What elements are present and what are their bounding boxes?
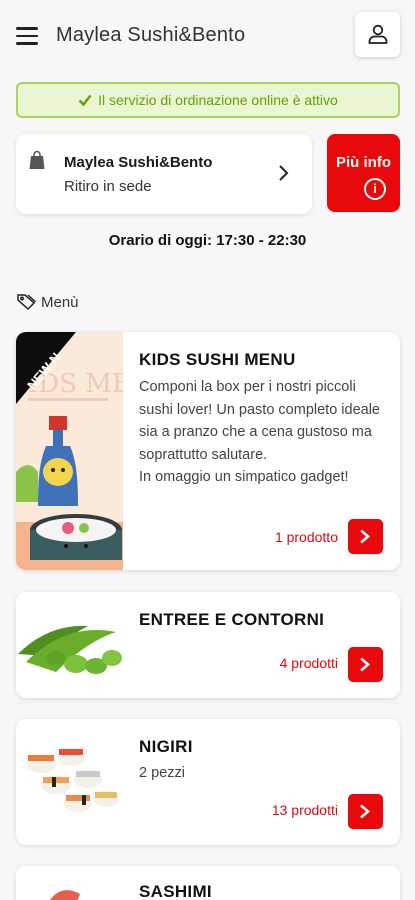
service-status-text: Il servizio di ordinazione online è atti… (98, 92, 338, 108)
category-card-nigiri[interactable]: NIGIRI 2 pezzi 13 prodotti (16, 719, 400, 845)
category-title: KIDS SUSHI MENU (139, 350, 296, 369)
nigiri-image (26, 748, 119, 812)
chevron-right-icon (360, 529, 370, 544)
sashimi-image (50, 890, 80, 900)
category-product-count: 4 prodotti (279, 655, 338, 671)
chevron-right-icon (360, 804, 370, 819)
user-icon (368, 24, 388, 44)
menu-label-text: Menù (41, 294, 79, 311)
category-product-count: 1 prodotto (274, 529, 338, 545)
more-info-button[interactable]: Più info i (327, 134, 400, 212)
profile-button[interactable] (355, 12, 400, 57)
info-icon: i (364, 178, 386, 200)
shopping-bag-icon (29, 150, 45, 169)
edamame-image (18, 625, 122, 674)
pickup-mode: Ritiro in sede (64, 178, 152, 195)
hamburger-menu-icon[interactable] (16, 27, 38, 45)
tag-icon (17, 294, 37, 311)
store-selector-card[interactable]: Maylea Sushi&Bento Ritiro in sede (16, 134, 312, 214)
open-category-button[interactable] (348, 519, 383, 554)
more-info-label: Più info (336, 154, 391, 171)
category-title: SASHIMI (139, 882, 212, 900)
kids-menu-image: IDS MEN NEW N (16, 332, 123, 570)
category-card-entree[interactable]: ENTREE E CONTORNI 4 prodotti (16, 592, 400, 698)
service-status-banner: Il servizio di ordinazione online è atti… (16, 82, 400, 118)
open-category-button[interactable] (348, 794, 383, 829)
category-description: Componi la box per i nostri piccoli sush… (139, 379, 380, 485)
chevron-right-icon (279, 165, 289, 181)
open-category-button[interactable] (348, 647, 383, 682)
opening-hours: Orario di oggi: 17:30 - 22:30 (108, 232, 307, 249)
category-product-count: 13 prodotti (271, 802, 338, 818)
category-card-sashimi[interactable]: SASHIMI (16, 866, 400, 900)
app-title: Maylea Sushi&Bento (56, 24, 246, 46)
category-title: NIGIRI (139, 737, 193, 756)
category-title: ENTREE E CONTORNI (139, 610, 325, 629)
chevron-right-icon (360, 657, 370, 672)
menu-section-label: Menù (17, 293, 79, 311)
category-card-kids[interactable]: IDS MEN NEW N KIDS SUSHI MENU Componi la… (16, 332, 400, 570)
check-icon (78, 94, 92, 107)
category-description: 2 pezzi (139, 765, 185, 781)
top-bar: Maylea Sushi&Bento (0, 0, 415, 72)
store-name: Maylea Sushi&Bento (64, 154, 213, 171)
